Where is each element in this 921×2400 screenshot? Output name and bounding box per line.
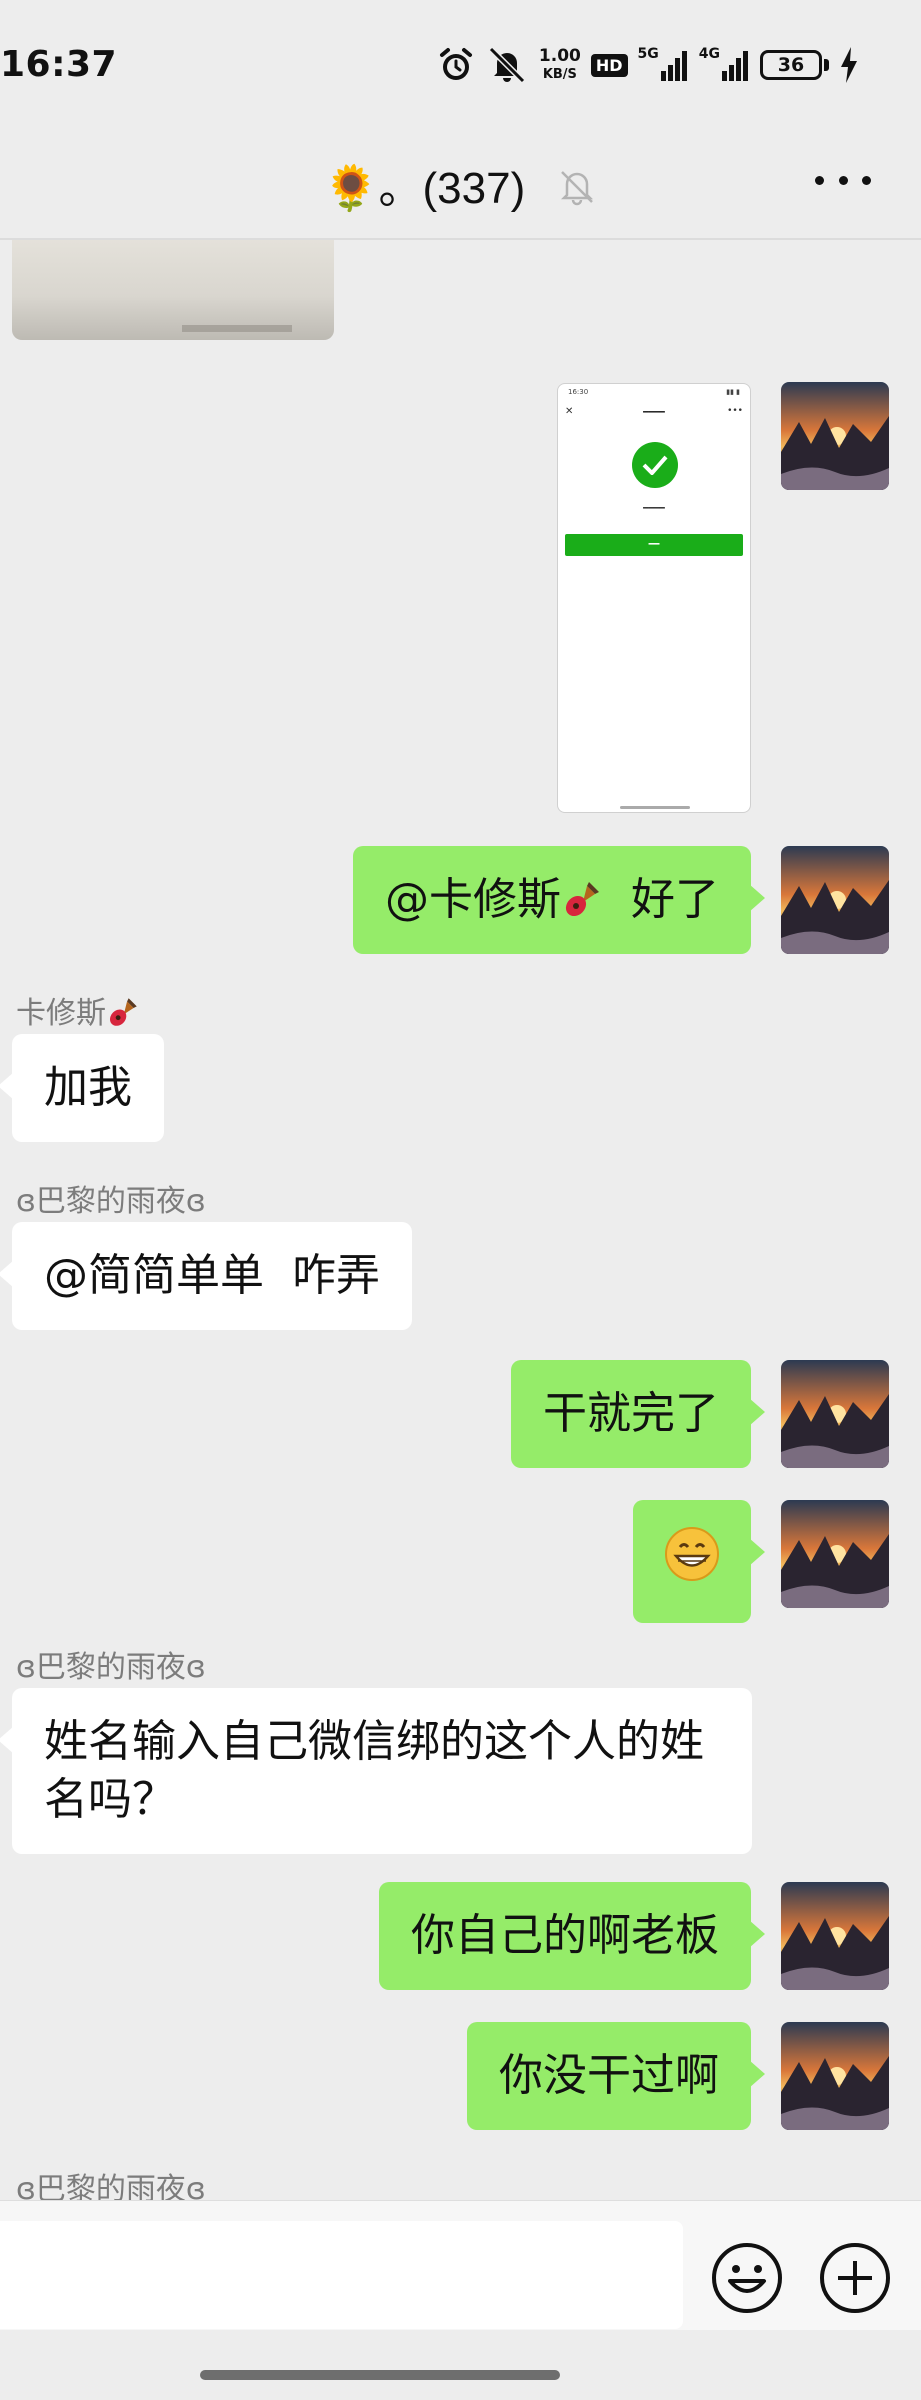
message-text: 姓名输入自己微信绑的这个人的姓名吗？ xyxy=(44,1716,704,1825)
my-avatar[interactable] xyxy=(781,1882,889,1990)
message-bubble[interactable]: 你没干过啊 xyxy=(467,2022,765,2130)
hd-icon: HD xyxy=(590,44,628,86)
screenshot-image-message[interactable]: 16:30 ▮▮ ▮ ✕ ━━━━ ••• ━━━━ ━━ xyxy=(557,383,751,813)
more-icon: ••• xyxy=(727,406,743,416)
signal-4g-label: 4G xyxy=(698,46,720,62)
message-bubble[interactable]: 干就完了 xyxy=(511,1360,765,1468)
net-speed-value: 1.00 xyxy=(538,45,581,66)
message-bubble[interactable]: 加我 xyxy=(0,1034,164,1142)
sender-name: ɞ巴黎的雨夜ɞ xyxy=(16,1184,206,1219)
battery-level: 36 xyxy=(760,50,822,80)
message-bubble[interactable]: 你自己的啊老板 xyxy=(379,1882,765,1990)
emoji-icon[interactable] xyxy=(710,2241,784,2315)
message-text: 加我 xyxy=(44,1062,132,1113)
message-text: 你没干过啊 xyxy=(499,2050,719,2101)
more-icon[interactable] xyxy=(815,158,871,202)
message-list[interactable]: 16:30 ▮▮ ▮ ✕ ━━━━ ••• ━━━━ ━━ @卡修斯 好了 卡修… xyxy=(0,240,921,2200)
sender-name: ɞ巴黎的雨夜ɞ xyxy=(16,1650,206,1685)
grin-emoji-icon xyxy=(665,1527,719,1581)
screenshot-button: ━━ xyxy=(565,534,743,556)
message-input[interactable] xyxy=(0,2221,683,2329)
image-message[interactable] xyxy=(12,240,334,340)
alarm-icon xyxy=(437,44,475,86)
status-icons: 1.00 KB/S HD 5G 4G 36 xyxy=(437,44,859,86)
screenshot-title: ━━━━ xyxy=(643,408,665,418)
message-text: 好了 xyxy=(631,874,719,925)
message-text: @简简单单 咋弄 xyxy=(44,1250,380,1301)
home-indicator[interactable] xyxy=(200,2370,560,2380)
input-bar xyxy=(0,2200,921,2330)
success-text: ━━━━ xyxy=(643,504,665,514)
my-avatar[interactable] xyxy=(781,382,889,490)
my-avatar[interactable] xyxy=(781,846,889,954)
mute-icon xyxy=(561,171,594,206)
signal-4g-icon: 4G xyxy=(699,44,750,86)
chat-screen: 16:37 1.00 KB/S HD 5G 4G 36 🌻。(337) 16:3… xyxy=(0,0,921,2400)
chat-title[interactable]: 🌻。(337) xyxy=(0,152,921,216)
sender-name: ɞ巴黎的雨夜ɞ xyxy=(16,2172,206,2200)
hd-label: HD xyxy=(590,53,628,77)
guitar-icon xyxy=(110,998,137,1026)
signal-5g-icon: 5G xyxy=(638,44,689,86)
emoji-text xyxy=(663,1527,721,1594)
check-icon xyxy=(632,442,678,488)
battery-icon: 36 xyxy=(760,44,829,86)
charging-icon xyxy=(839,44,859,86)
message-text: 干就完了 xyxy=(543,1388,719,1439)
mention-text[interactable]: @卡修斯 xyxy=(385,874,561,925)
status-time: 16:37 xyxy=(0,44,118,85)
my-avatar[interactable] xyxy=(781,2022,889,2130)
silent-bell-icon xyxy=(485,44,529,86)
chat-title-text: 🌻。(337) xyxy=(323,164,526,213)
net-speed-unit: KB/S xyxy=(542,66,577,82)
plus-icon[interactable] xyxy=(818,2241,892,2315)
message-bubble[interactable]: @卡修斯 好了 xyxy=(353,846,765,954)
net-speed: 1.00 KB/S xyxy=(539,44,581,86)
message-bubble[interactable]: 姓名输入自己微信绑的这个人的姓名吗？ xyxy=(0,1688,752,1854)
status-bar: 16:37 1.00 KB/S HD 5G 4G 36 xyxy=(0,0,921,130)
message-bubble[interactable] xyxy=(633,1500,765,1623)
sender-name-text: 卡修斯 xyxy=(16,996,106,1031)
my-avatar[interactable] xyxy=(781,1500,889,1608)
guitar-icon xyxy=(565,882,599,917)
sender-name: 卡修斯 xyxy=(16,988,140,1032)
message-bubble[interactable]: @简简单单 咋弄 xyxy=(0,1222,412,1330)
signal-5g-label: 5G xyxy=(637,46,659,62)
message-text: 你自己的啊老板 xyxy=(411,1910,719,1961)
chat-header: 🌻。(337) xyxy=(0,130,921,240)
my-avatar[interactable] xyxy=(781,1360,889,1468)
